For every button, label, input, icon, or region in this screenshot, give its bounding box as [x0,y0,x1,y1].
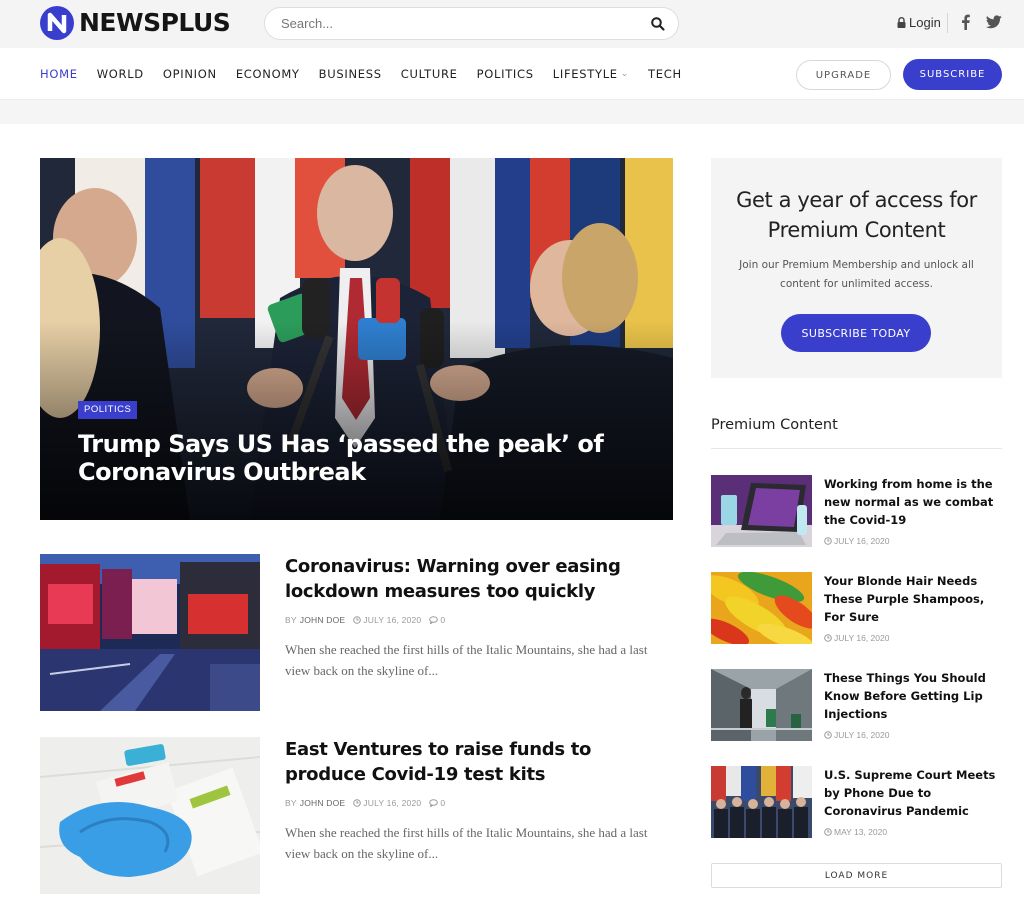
comment-count[interactable]: 0 [440,615,445,625]
article-excerpt: When she reached the first hills of the … [285,642,648,678]
login-link[interactable]: Login [897,15,941,30]
author-link[interactable]: JOHN DOE [300,615,346,625]
nav-item-economy[interactable]: ECONOMY [236,67,300,81]
premium-list-item: Your Blonde Hair Needs These Purple Sham… [711,572,1002,644]
premium-thumbnail[interactable] [711,572,812,644]
comment-icon[interactable] [429,799,439,807]
premium-list-item: U.S. Supreme Court Meets by Phone Due to… [711,766,1002,838]
delegates-image [711,766,812,838]
hero-title[interactable]: Trump Says US Has ‘passed the peak’ of C… [78,430,618,486]
article-title[interactable]: East Ventures to raise funds to produce … [285,737,673,787]
logo-text: NEWSPLUS [79,8,231,37]
header-spacer [0,100,1024,124]
top-bar: NEWSPLUS Login [0,0,1024,48]
twitter-icon[interactable] [986,15,1002,29]
promo-title: Get a year of access for Premium Content [736,188,977,242]
logo-mark-icon [40,6,74,40]
upgrade-button[interactable]: UPGRADE [796,60,891,90]
article-thumbnail[interactable] [40,737,260,894]
article-date: JULY 16, 2020 [363,615,422,625]
premium-promo-box: Get a year of access for Premium Content… [711,158,1002,378]
meta-by: BY [285,615,297,625]
category-badge[interactable]: POLITICS [78,401,138,419]
hero-article[interactable]: POLITICS Trump Says US Has ‘passed the p… [40,158,673,520]
article-meta: BY JOHN DOE JULY 16, 2020 0 [285,798,445,808]
nav-item-politics[interactable]: POLITICS [477,67,534,81]
article-date: JULY 16, 2020 [363,798,422,808]
premium-thumbnail[interactable] [711,766,812,838]
search-icon[interactable] [650,16,666,32]
premium-item-date-row: JULY 16, 2020 [824,633,889,643]
clock-icon [353,616,362,624]
subscribe-today-button[interactable]: SUBSCRIBE TODAY [781,314,931,352]
subscribe-button[interactable]: SUBSCRIBE [903,59,1002,90]
nav-label: OPINION [162,67,217,81]
divider [947,13,948,33]
nav-label: WORLD [96,67,144,81]
clock-icon [824,537,832,545]
premium-item-date-row: JULY 16, 2020 [824,536,889,546]
article-card: East Ventures to raise funds to produce … [40,737,673,894]
nav-label: LIFESTYLE [552,67,618,81]
premium-content-heading: Premium Content [711,417,838,433]
clock-icon [824,731,832,739]
comment-count[interactable]: 0 [440,798,445,808]
premium-item-date: MAY 13, 2020 [834,827,888,837]
nav-label: TECH [648,67,682,81]
premium-thumbnail[interactable] [711,475,812,547]
nav-label: ECONOMY [235,67,300,81]
premium-list-item: Working from home is the new normal as w… [711,475,1002,547]
article-excerpt: When she reached the first hills of the … [285,825,648,861]
airport-image [711,669,812,741]
premium-thumbnail[interactable] [711,669,812,741]
nav-menu: HOME WORLD OPINION ECONOMY BUSINESS CULT… [40,48,701,100]
premium-item-date: JULY 16, 2020 [834,633,890,643]
nav-item-lifestyle[interactable]: LIFESTYLE ⌄ [553,67,629,81]
premium-item-date-row: MAY 13, 2020 [824,827,887,837]
premium-item-title[interactable]: These Things You Should Know Before Gett… [824,669,1004,723]
facebook-icon[interactable] [961,14,970,30]
times-square-image [40,554,260,711]
author-link[interactable]: JOHN DOE [300,798,346,808]
premium-item-title[interactable]: U.S. Supreme Court Meets by Phone Due to… [824,766,1004,820]
nav-item-opinion[interactable]: OPINION [163,67,217,81]
premium-list-item: These Things You Should Know Before Gett… [711,669,1002,741]
comment-icon[interactable] [429,616,439,624]
search-box [264,7,679,40]
chevron-down-icon: ⌄ [620,69,630,79]
divider [711,448,1002,449]
search-input[interactable] [281,8,641,39]
premium-item-date: JULY 16, 2020 [834,536,890,546]
clock-icon [824,828,832,836]
nav-item-culture[interactable]: CULTURE [401,67,458,81]
nav-item-world[interactable]: WORLD [97,67,144,81]
article-title[interactable]: Coronavirus: Warning over easing lockdow… [285,554,673,604]
feathers-image [711,572,812,644]
article-thumbnail[interactable] [40,554,260,711]
article-meta: BY JOHN DOE JULY 16, 2020 0 [285,615,445,625]
article-card: Coronavirus: Warning over easing lockdow… [40,554,673,711]
premium-item-title[interactable]: Your Blonde Hair Needs These Purple Sham… [824,572,1004,626]
nav-label: CULTURE [400,67,458,81]
nav-label: HOME [40,67,78,81]
meta-by: BY [285,798,297,808]
lock-icon [897,17,906,28]
clock-icon [353,799,362,807]
nav-item-business[interactable]: BUSINESS [319,67,382,81]
nav-item-home[interactable]: HOME [40,67,78,81]
nav-item-tech[interactable]: TECH [648,67,682,81]
load-more-button[interactable]: LOAD MORE [711,863,1002,888]
premium-item-title[interactable]: Working from home is the new normal as w… [824,475,1004,529]
nav-label: BUSINESS [318,67,382,81]
clock-icon [824,634,832,642]
promo-text: Join our Premium Membership and unlock a… [739,259,974,290]
test-kit-image [40,737,260,894]
site-logo[interactable]: NEWSPLUS [40,6,231,40]
premium-item-date-row: JULY 16, 2020 [824,730,889,740]
login-label: Login [909,15,941,30]
premium-item-date: JULY 16, 2020 [834,730,890,740]
nav-label: POLITICS [476,67,534,81]
laptop-image [711,475,812,547]
